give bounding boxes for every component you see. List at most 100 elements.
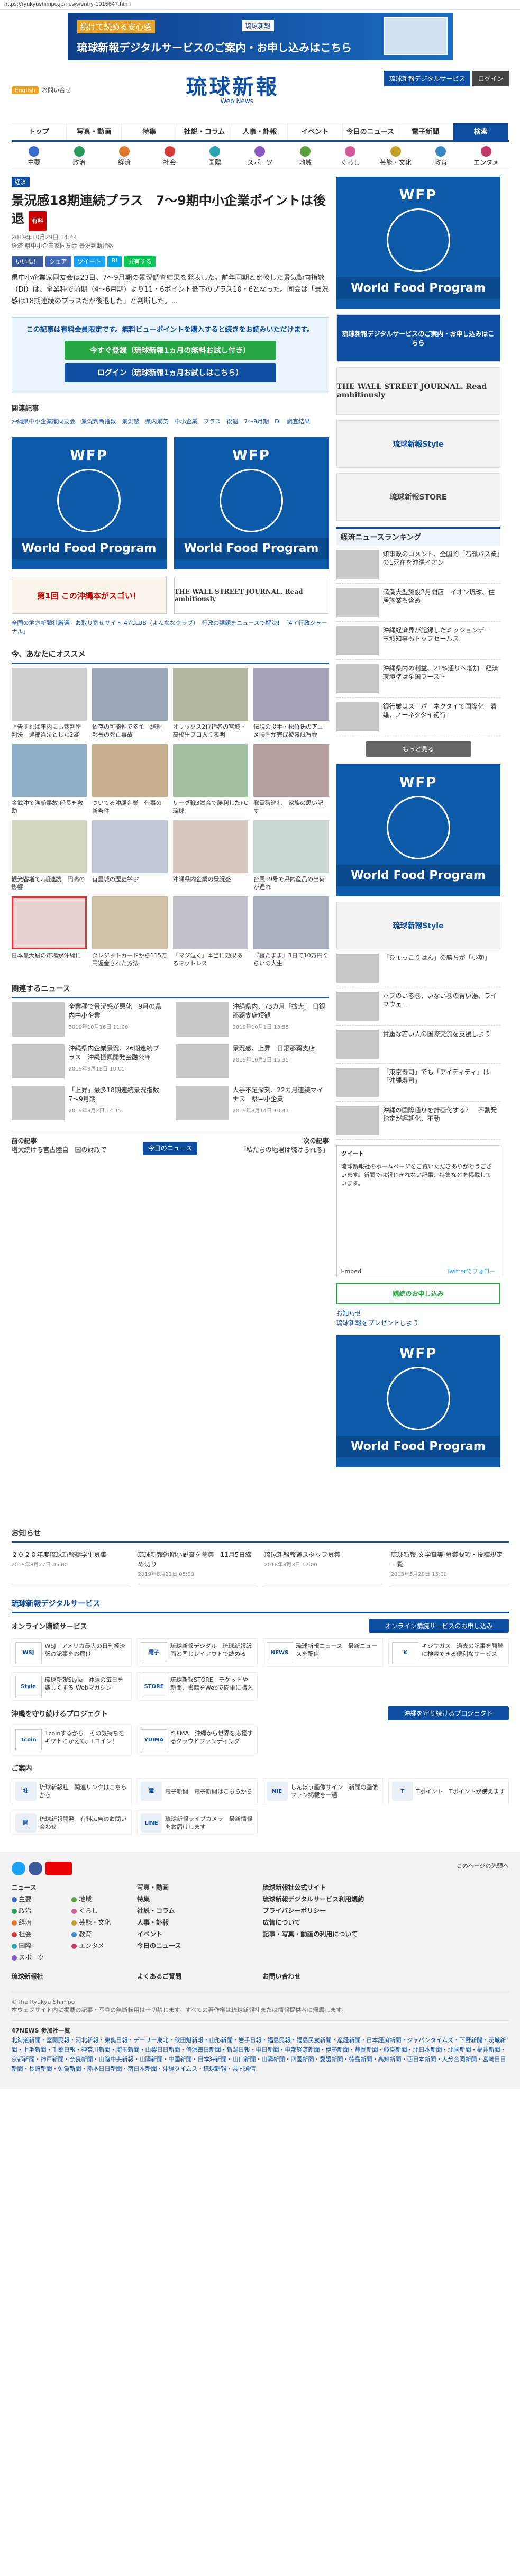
snav-politics[interactable]: 政治	[57, 142, 102, 169]
footer-link[interactable]: 政治	[11, 1905, 72, 1917]
twitter-icon[interactable]	[11, 1862, 25, 1875]
news-list-item[interactable]: 人手不足深刻、22カ月連続マイナス 県中小企業 2019年8月14日 10:41	[175, 1086, 329, 1120]
rec-card[interactable]: オリックス2位指名の宮城・高校生プロ入り表明	[172, 668, 248, 739]
rec-card[interactable]: 金武沖で漁船事故 船長を救助	[11, 744, 87, 815]
contact-link[interactable]: お問い合せ	[42, 86, 71, 94]
rec-card[interactable]: リーグ戦3試合で勝利したFC琉球	[172, 744, 248, 815]
rec-card[interactable]: 観光客増で2期連続 円高の影響	[11, 820, 87, 891]
snav-life[interactable]: くらし	[328, 142, 373, 169]
youtube-icon[interactable]	[45, 1862, 72, 1875]
service-digital[interactable]: 電子 琉球新報デジタル 琉球新報紙面と同じレイアウトで読める	[137, 1638, 258, 1667]
subscribe-button[interactable]: 購読のお申し込み	[336, 1283, 500, 1304]
footer-link[interactable]: 記事・写真・動画の利用について	[263, 1928, 384, 1940]
news-list-item[interactable]: 沖縄県内、73カ月「拡大」 日銀那覇支店短観 2019年10月1日 13:55	[175, 1002, 329, 1037]
wsj-banner[interactable]: THE WALL STREET JOURNAL. Read ambitiousl…	[174, 577, 329, 614]
rec-card[interactable]: 伝説の投手・松竹氏のアニメ映画が完成披露試写会	[253, 668, 329, 739]
rec-card[interactable]: 依存の可能性で多忙 経理部長の死亡事故	[92, 668, 168, 739]
ranking-item[interactable]: 沖縄県内の利益、21%通りへ増加 経済環境準は全国ワースト	[336, 660, 500, 698]
footer-link[interactable]: 主要	[11, 1893, 72, 1905]
rec-card[interactable]: クレジットカードから115万円返金された方法	[92, 896, 168, 967]
notice-item[interactable]: ２０２０年度琉球新報奨学生募集 2019年8月27日 05:00	[11, 1546, 130, 1584]
footer-link[interactable]: 国際	[11, 1940, 72, 1952]
guide-item[interactable]: 開琉球新報開発 有料広告のお問い合わせ	[11, 1810, 132, 1836]
news-list-item[interactable]: 沖縄県内企業景況、26期連続プラス 沖縄振興開発金融公庫 2019年9月18日 1…	[11, 1044, 165, 1078]
online-subscribe-button[interactable]: オンライン購読サービスのお申し込み	[369, 1619, 509, 1633]
news-list-item[interactable]: 「上昇」最多18期連続景況指数 7～9月期 2019年8月2日 14:15	[11, 1086, 166, 1120]
paywall-login-button[interactable]: ログイン（琉球新報1ヵ月お試しはこちら）	[64, 363, 276, 382]
guide-item[interactable]: LINE 琉球新報ライブカメラ 最新情報をお届けします	[137, 1810, 258, 1836]
snav-education[interactable]: 教育	[418, 142, 463, 169]
rec-card[interactable]: 慰霊碑巡礼 家族の思い記す	[253, 744, 329, 815]
snav-entertainment[interactable]: エンタメ	[463, 142, 508, 169]
guide-item[interactable]: NIE しんぽう画像サイン 新聞の画像ファン掲載を一通	[262, 1778, 383, 1804]
rec-card[interactable]: ついてる沖縄企業 仕事の新条件	[92, 744, 168, 815]
wfp-ad-2[interactable]: WFP World Food Program	[174, 437, 329, 569]
snav-economy[interactable]: 経済	[102, 142, 147, 169]
nav-editorial[interactable]: 社説・コラム	[177, 123, 233, 140]
service-style[interactable]: Style 琉球新報Style 沖縄の毎日を楽しくする Webマガジン	[11, 1672, 132, 1701]
news47-list[interactable]: 北海道新聞・室蘭民報・河北新報・東奥日報・デーリー東北・秋田魁新報・山形新聞・岩…	[12, 2036, 509, 2074]
footer-link[interactable]: 写真・動画	[137, 1882, 258, 1893]
english-button[interactable]: English	[11, 86, 39, 94]
rec-card[interactable]: 「マジ泣く」本当に効果あるマットレス	[172, 896, 248, 967]
project-yuima[interactable]: YUIMA YUIMA 沖縄から世界を応援するクラウドファンディング	[137, 1726, 258, 1754]
rec-card[interactable]: 沖縄県内企業の景況感	[172, 820, 248, 891]
footer-link[interactable]: 琉球新報デジタルサービス利用規約	[263, 1893, 384, 1905]
digital-service-button[interactable]: 琉球新報デジタルサービス	[384, 71, 471, 86]
footer-link[interactable]: 今日のニュース	[137, 1940, 258, 1952]
twitter-widget[interactable]: ツイート 琉球新報社のホームページをご覧いただきありがとうございます。新聞では報…	[336, 1145, 500, 1277]
ranking2-item[interactable]: 沖縄の国際通りを計画化する？ 不動発指定が遅延化、不動	[336, 1102, 500, 1140]
ranking-item[interactable]: 知事政のコメント、全国的「石嶺バス業」の1死在を沖縄イオン	[336, 546, 500, 584]
footer-link[interactable]: イベント	[137, 1928, 258, 1940]
rec-card[interactable]: 上告すれば年内にも裁判所判決 逮捕違法とした2審	[11, 668, 87, 739]
project-1coin[interactable]: 1coin 1coinするから その気持ちをギフトにかえて、1コイン！	[11, 1726, 132, 1754]
rec-card[interactable]: 『寝たまま』3日で10万円くらいの人生	[253, 896, 329, 967]
more-button[interactable]: もっと見る	[365, 741, 471, 757]
snav-culture[interactable]: 芸能・文化	[373, 142, 418, 169]
footer-link[interactable]: くらし	[71, 1905, 132, 1917]
side-wsj-banner[interactable]: THE WALL STREET JOURNAL. Read ambitiousl…	[336, 367, 500, 415]
footer-link[interactable]: 教育	[71, 1928, 132, 1940]
footer-link[interactable]: お問い合わせ	[263, 1971, 384, 1982]
page-top-link[interactable]: このページの先頭へ	[457, 1862, 509, 1875]
hatena-button[interactable]: B!	[107, 256, 122, 267]
ranking-item[interactable]: 銀行業はスーパーネクタイで国際化 清雄、ノーネクタイ初行	[336, 698, 500, 736]
snav-sports[interactable]: スポーツ	[238, 142, 282, 169]
facebook-share-button[interactable]: シェア	[45, 256, 71, 267]
footer-link[interactable]: 琉球新報社公式サイト	[263, 1882, 384, 1893]
nav-top[interactable]: トップ	[12, 123, 67, 140]
ranking2-item[interactable]: 「東京寿司」でも「アイディティ」は「沖縄寿司」	[336, 1064, 500, 1102]
related-tags[interactable]: 沖縄県中小企業家同友会 景況判断指数 景況感 県内景気 中小企業 プラス 後退 …	[12, 416, 329, 428]
notice-item[interactable]: 琉球新報報道スタッフ募集 2018年8月3日 17:00	[264, 1546, 382, 1584]
side-wfp-ad-3[interactable]: WFP World Food Program	[336, 1335, 500, 1467]
ranking-item[interactable]: 沖縄経済界が記録したミッションデー 玉城知事もトップセールス	[336, 622, 500, 660]
project-button[interactable]: 沖縄を守り続けるプロジェクト	[388, 1706, 509, 1720]
news-list-item[interactable]: 全業種で景況感が悪化 9月の県内中小企業 2019年10月16日 11:00	[11, 1002, 165, 1037]
category-tag[interactable]: 経済	[11, 177, 30, 187]
promo-line[interactable]: 全国の地方新聞社厳選 お取り寄せサイト 47CLUB（よんななクラブ） 行政の課…	[12, 619, 329, 636]
side-style-banner-2[interactable]: 琉球新報Style	[336, 902, 500, 949]
footer-link[interactable]: 芸能・文化	[71, 1917, 132, 1928]
snav-society[interactable]: 社会	[147, 142, 192, 169]
line-share-button[interactable]: 共有する	[124, 256, 156, 267]
service-news[interactable]: NEWS 琉球新報ニュース 最新ニュースを配信	[262, 1638, 383, 1667]
tweet-button[interactable]: ツイート	[73, 256, 105, 267]
footer-link[interactable]: エンタメ	[71, 1940, 132, 1952]
next-article[interactable]: 次の記事 「私たちの地場は続けられる」	[198, 1137, 329, 1155]
service-store[interactable]: STORE 琉球新報STORE チケットや新聞、書籍をWebで簡単に購入	[137, 1672, 258, 1701]
rec-card[interactable]: 日本最大級の市場が沖縄に	[11, 896, 87, 967]
register-button[interactable]: 今すぐ登録（琉球新報1ヵ月の無料お試し付き）	[64, 341, 276, 360]
notice-item[interactable]: 琉球新報 文学賞等 募集要項・投稿規定一覧 2018年5月29日 15:00	[390, 1546, 509, 1584]
nav-feature[interactable]: 特集	[122, 123, 177, 140]
ranking2-item[interactable]: 「ひょっこりはん」の勝ちが「少額」	[336, 949, 500, 987]
nav-search[interactable]: 検索	[453, 123, 509, 140]
side-wfp-ad-2[interactable]: WFP World Food Program	[336, 764, 500, 896]
wfp-ad-1[interactable]: WFP World Food Program	[11, 437, 167, 569]
ranking-item[interactable]: 満潮大型施設2月開店 イオン琉球、住居施業も含め	[336, 584, 500, 622]
top-ad-banner[interactable]: 続けて読める安心感 琉球新報 琉球新報デジタルサービスのご案内・お申し込みはこち…	[67, 13, 453, 60]
footer-link[interactable]: 経済	[11, 1917, 72, 1928]
footer-link[interactable]: 地域	[71, 1893, 132, 1905]
twitter-follow-link[interactable]: Twitterでフォロー	[447, 1267, 496, 1276]
ranking2-item[interactable]: ハブのいる巻、いない巻の青い湯、ライフウェー	[336, 987, 500, 1026]
footer-link[interactable]: 人事・訃報	[137, 1917, 258, 1928]
